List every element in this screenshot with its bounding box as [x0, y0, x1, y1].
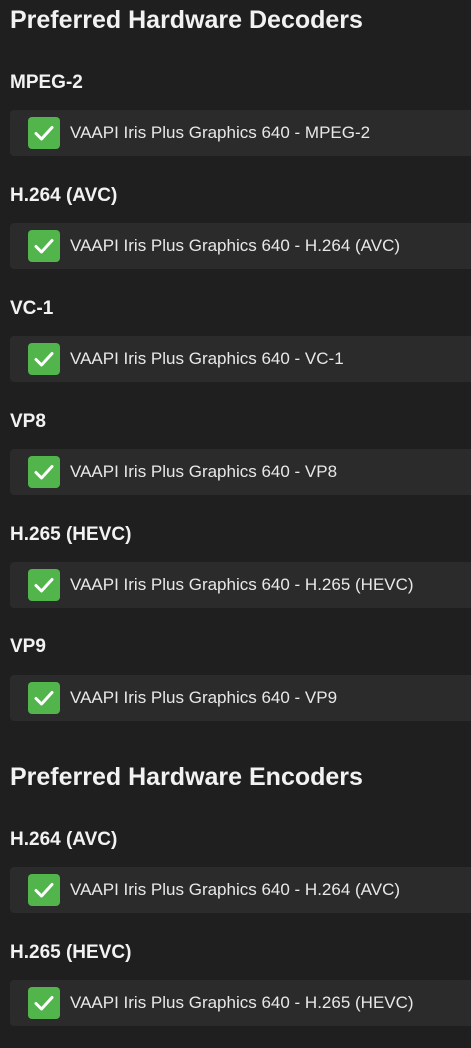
decoder-option-label: VAAPI Iris Plus Graphics 640 - MPEG-2 [70, 123, 371, 142]
decoder-codec-label: VP8 [10, 411, 46, 432]
encoder-option-label: VAAPI Iris Plus Graphics 640 - H.264 (AV… [70, 880, 401, 899]
encoders-section-title: Preferred Hardware Encoders [10, 763, 363, 791]
checkmark-icon [34, 578, 54, 593]
decoder-codec-label: MPEG-2 [10, 72, 83, 93]
settings-page: Preferred Hardware Decoders MPEG-2 VAAPI… [0, 0, 471, 1048]
checkmark-icon [34, 126, 54, 141]
decoder-option-row[interactable]: VAAPI Iris Plus Graphics 640 - H.265 (HE… [10, 562, 471, 608]
checkmark-icon [34, 352, 54, 367]
encoder-option-row[interactable]: VAAPI Iris Plus Graphics 640 - H.265 (HE… [10, 980, 471, 1026]
checkmark-icon [34, 691, 54, 706]
encoder-option-label: VAAPI Iris Plus Graphics 640 - H.265 (HE… [70, 993, 414, 1012]
checkbox[interactable] [28, 343, 60, 375]
decoder-option-row[interactable]: VAAPI Iris Plus Graphics 640 - VP8 [10, 449, 471, 495]
checkmark-icon [34, 883, 54, 898]
decoder-option-label: VAAPI Iris Plus Graphics 640 - VC-1 [70, 349, 344, 368]
checkbox[interactable] [28, 987, 60, 1019]
encoder-codec-label: H.264 (AVC) [10, 829, 118, 850]
decoder-option-row[interactable]: VAAPI Iris Plus Graphics 640 - MPEG-2 [10, 110, 471, 156]
decoder-option-row[interactable]: VAAPI Iris Plus Graphics 640 - VP9 [10, 675, 471, 721]
checkmark-icon [34, 996, 54, 1011]
checkbox[interactable] [28, 874, 60, 906]
decoder-codec-label: H.264 (AVC) [10, 185, 118, 206]
encoder-option-row[interactable]: VAAPI Iris Plus Graphics 640 - H.264 (AV… [10, 867, 471, 913]
decoder-option-label: VAAPI Iris Plus Graphics 640 - VP8 [70, 462, 338, 481]
decoder-codec-label: VC-1 [10, 298, 54, 319]
checkmark-icon [34, 239, 54, 254]
checkbox[interactable] [28, 456, 60, 488]
checkbox[interactable] [28, 230, 60, 262]
checkmark-icon [34, 465, 54, 480]
decoder-codec-label: VP9 [10, 636, 46, 657]
decoder-option-row[interactable]: VAAPI Iris Plus Graphics 640 - VC-1 [10, 336, 471, 382]
checkbox[interactable] [28, 117, 60, 149]
decoder-option-row[interactable]: VAAPI Iris Plus Graphics 640 - H.264 (AV… [10, 223, 471, 269]
decoder-option-label: VAAPI Iris Plus Graphics 640 - H.264 (AV… [70, 236, 401, 255]
checkbox[interactable] [28, 682, 60, 714]
checkbox[interactable] [28, 569, 60, 601]
decoder-option-label: VAAPI Iris Plus Graphics 640 - VP9 [70, 688, 338, 707]
decoder-option-label: VAAPI Iris Plus Graphics 640 - H.265 (HE… [70, 575, 414, 594]
decoder-codec-label: H.265 (HEVC) [10, 524, 132, 545]
decoders-section-title: Preferred Hardware Decoders [10, 6, 363, 34]
encoder-codec-label: H.265 (HEVC) [10, 942, 132, 963]
